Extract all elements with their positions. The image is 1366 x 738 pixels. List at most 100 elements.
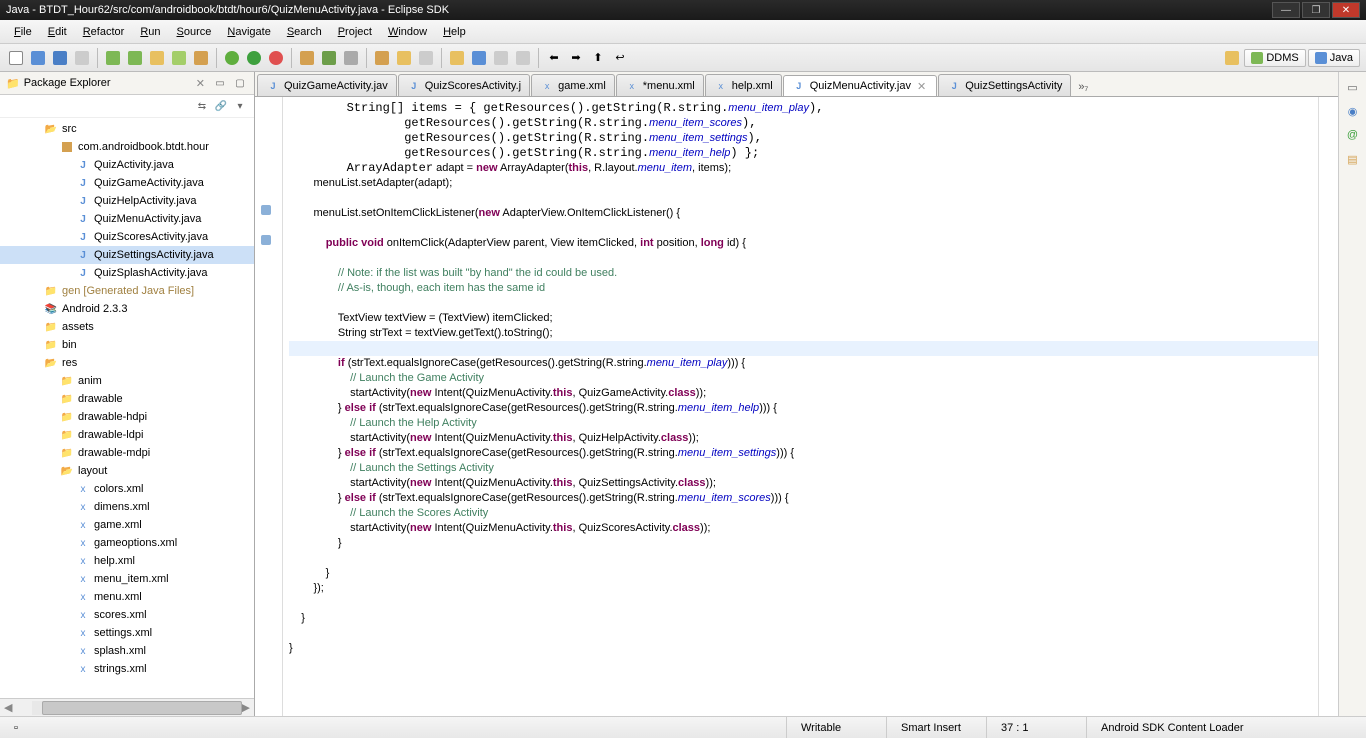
run-button[interactable] [244,48,264,68]
search-button[interactable] [447,48,467,68]
tree-item[interactable]: xsplash.xml [0,642,254,660]
nav-back-button[interactable]: ⬅ [544,48,564,68]
menu-help[interactable]: Help [435,23,474,41]
tree-item[interactable]: xhelp.xml [0,552,254,570]
tree-item[interactable]: JQuizActivity.java [0,156,254,174]
edit-button[interactable] [394,48,414,68]
external-tools-button[interactable] [266,48,286,68]
restore-icon[interactable]: ▭ [1344,78,1362,96]
tree-item[interactable]: JQuizMenuActivity.java [0,210,254,228]
tree-item[interactable]: xgame.xml [0,516,254,534]
editor-tab[interactable]: x*menu.xml [616,74,704,96]
lint-button[interactable] [147,48,167,68]
mark-button[interactable] [469,48,489,68]
tree-scrollbar[interactable]: ◀ ▶ [0,698,254,716]
tree-item[interactable]: 📁bin [0,336,254,354]
menu-run[interactable]: Run [132,23,168,41]
android-avd-button[interactable] [125,48,145,68]
menu-source[interactable]: Source [169,23,220,41]
right-ruler[interactable] [1318,97,1338,716]
nav-last-button[interactable]: ↩ [610,48,630,68]
tree-item[interactable]: xmenu_item.xml [0,570,254,588]
tree-item[interactable]: xsettings.xml [0,624,254,642]
menu-file[interactable]: File [6,23,40,41]
menu-search[interactable]: Search [279,23,330,41]
view-menu-icon[interactable]: ▾ [232,98,248,114]
nav-up-button[interactable]: ⬆ [588,48,608,68]
perspective-ddms[interactable]: DDMS [1244,49,1305,67]
editor-tab[interactable]: JQuizScoresActivity.j [398,74,530,96]
open-file-button[interactable] [191,48,211,68]
tree-item[interactable]: xcolors.xml [0,480,254,498]
tree-item[interactable]: JQuizGameActivity.java [0,174,254,192]
package-explorer-tab[interactable]: 📁 Package Explorer ✕ ▭ ▢ [0,72,254,95]
code-editor[interactable]: String[] items = { getResources().getStr… [255,97,1338,716]
new-package-button[interactable] [297,48,317,68]
new-button[interactable] [6,48,26,68]
close-button[interactable]: ✕ [1332,2,1360,18]
status-launch-icon[interactable]: ▫ [0,717,28,738]
close-view-icon[interactable]: ✕ [193,77,208,90]
tool-button[interactable] [416,48,436,68]
tree-item[interactable]: xscores.xml [0,606,254,624]
maximize-button[interactable]: ❐ [1302,2,1330,18]
tree-item[interactable]: xdimens.xml [0,498,254,516]
tree-item[interactable]: 📁drawable-ldpi [0,426,254,444]
menu-navigate[interactable]: Navigate [219,23,278,41]
menu-refactor[interactable]: Refactor [75,23,133,41]
tree-item[interactable]: 📁gen [Generated Java Files] [0,282,254,300]
editor-tab[interactable]: JQuizSettingsActivity [938,74,1071,96]
tab-close-icon[interactable]: ✕ [915,80,928,93]
tree-item[interactable]: xstrings.xml [0,660,254,678]
new-android-button[interactable] [169,48,189,68]
tree-item[interactable]: JQuizSettingsActivity.java [0,246,254,264]
code-content[interactable]: String[] items = { getResources().getStr… [283,97,1318,716]
open-perspective-button[interactable] [1222,48,1242,68]
save-all-button[interactable] [50,48,70,68]
tree-item[interactable]: com.androidbook.btdt.hour [0,138,254,156]
editor-tab[interactable]: JQuizGameActivity.jav [257,74,397,96]
minimize-view-icon[interactable]: ▭ [212,75,228,91]
outline-button[interactable] [513,48,533,68]
new-class-button[interactable] [319,48,339,68]
tree-item[interactable]: 📂src [0,120,254,138]
folder-button[interactable] [372,48,392,68]
menu-edit[interactable]: Edit [40,23,75,41]
tree-item[interactable]: 📁drawable [0,390,254,408]
fold-marker-icon[interactable] [261,235,271,245]
android-sdk-button[interactable] [103,48,123,68]
tree-item[interactable]: 📁anim [0,372,254,390]
print-button[interactable] [72,48,92,68]
debug-button[interactable] [222,48,242,68]
outline-icon[interactable]: ◉ [1344,102,1362,120]
tree-item[interactable]: 📂layout [0,462,254,480]
nav-fwd-button[interactable]: ➡ [566,48,586,68]
menu-project[interactable]: Project [330,23,380,41]
editor-tab[interactable]: xhelp.xml [705,74,782,96]
left-ruler[interactable] [255,97,283,716]
tasks-icon[interactable]: @ [1344,126,1362,144]
editor-tab[interactable]: xgame.xml [531,74,615,96]
menu-window[interactable]: Window [380,23,435,41]
open-type-button[interactable] [341,48,361,68]
tree-item[interactable]: JQuizHelpActivity.java [0,192,254,210]
declaration-icon[interactable]: ▤ [1344,150,1362,168]
package-tree[interactable]: 📂srccom.androidbook.btdt.hourJQuizActivi… [0,118,254,698]
tree-item[interactable]: 📁assets [0,318,254,336]
link-editor-icon[interactable]: 🔗 [213,98,229,114]
collapse-all-icon[interactable]: ⇆ [194,98,210,114]
tree-item[interactable]: 📂res [0,354,254,372]
tree-item[interactable]: 📚Android 2.3.3 [0,300,254,318]
editor-tab[interactable]: JQuizMenuActivity.jav✕ [783,75,938,97]
annotation-button[interactable] [491,48,511,68]
fold-marker-icon[interactable] [261,205,271,215]
minimize-button[interactable]: — [1272,2,1300,18]
editor-tabs-overflow[interactable]: »₇ [1072,78,1094,96]
perspective-java[interactable]: Java [1308,49,1360,67]
tree-item[interactable]: xmenu.xml [0,588,254,606]
save-button[interactable] [28,48,48,68]
tree-item[interactable]: JQuizSplashActivity.java [0,264,254,282]
tree-item[interactable]: 📁drawable-mdpi [0,444,254,462]
tree-item[interactable]: JQuizScoresActivity.java [0,228,254,246]
tree-item[interactable]: xgameoptions.xml [0,534,254,552]
